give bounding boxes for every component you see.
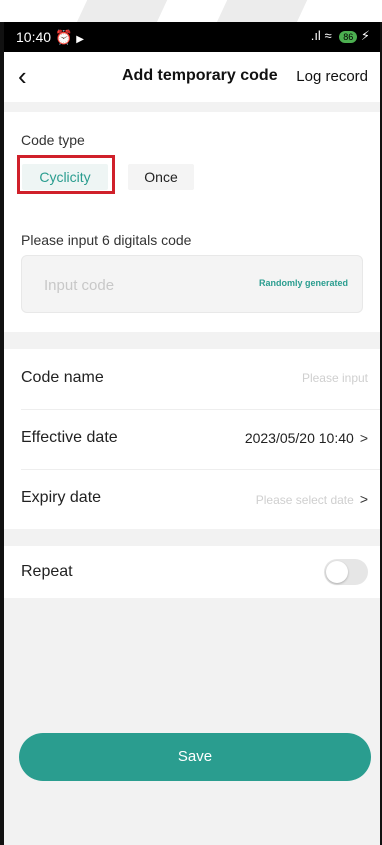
chevron-right-icon: > bbox=[359, 491, 368, 507]
page-title: Add temporary code bbox=[122, 67, 278, 84]
code-type-label: Code type bbox=[21, 132, 85, 148]
effective-date-value: 2023/05/20 10:40 > bbox=[244, 430, 368, 446]
code-name-row[interactable]: Code name Please input bbox=[4, 349, 380, 409]
expiry-date-label: Expiry date bbox=[21, 489, 102, 506]
expiry-date-row[interactable]: Expiry date Please select date > bbox=[4, 469, 380, 529]
expiry-date-placeholder: Please select date > bbox=[255, 491, 368, 507]
code-input[interactable] bbox=[42, 272, 246, 298]
wifi-icon: ≈ bbox=[324, 28, 332, 43]
code-name-placeholder: Please input bbox=[301, 371, 368, 385]
details-card: Code name Please input Effective date 20… bbox=[4, 349, 380, 529]
effective-date-label: Effective date bbox=[21, 429, 118, 446]
once-button[interactable]: Once bbox=[128, 164, 194, 190]
status-bar: 10:40 ⏰ ▶ .ıl ≈ 86 ⚡ bbox=[4, 22, 380, 52]
status-time: 10:40 ⏰ ▶ bbox=[16, 29, 84, 45]
repeat-row: Repeat bbox=[4, 546, 380, 598]
repeat-label: Repeat bbox=[21, 563, 73, 580]
battery-icon: 86 bbox=[339, 30, 358, 43]
save-button[interactable]: Save bbox=[19, 733, 371, 781]
code-name-label: Code name bbox=[21, 369, 104, 386]
code-input-label: Please input 6 digitals code bbox=[21, 232, 192, 248]
status-icons: .ıl ≈ 86 ⚡ bbox=[311, 28, 370, 44]
highlight-box bbox=[17, 155, 115, 194]
alarm-icon: ⏰ bbox=[54, 29, 73, 45]
top-decoration bbox=[0, 0, 382, 22]
play-icon: ▶ bbox=[76, 34, 84, 45]
signal-icon: .ıl bbox=[310, 28, 321, 43]
nav-bar: ‹ Add temporary code Log record bbox=[4, 52, 380, 102]
charging-icon: ⚡ bbox=[360, 28, 370, 43]
code-input-box: Randomly generated bbox=[21, 255, 363, 313]
randomly-generated-link[interactable]: Randomly generated bbox=[259, 278, 348, 288]
chevron-right-icon: > bbox=[359, 430, 368, 446]
repeat-toggle[interactable] bbox=[324, 559, 368, 585]
log-record-link[interactable]: Log record bbox=[296, 68, 368, 85]
effective-date-row[interactable]: Effective date 2023/05/20 10:40 > bbox=[4, 409, 380, 469]
back-icon[interactable]: ‹ bbox=[18, 62, 27, 90]
code-card: Code type Cyclicity Once Please input 6 … bbox=[4, 112, 380, 332]
toggle-knob bbox=[326, 561, 348, 583]
